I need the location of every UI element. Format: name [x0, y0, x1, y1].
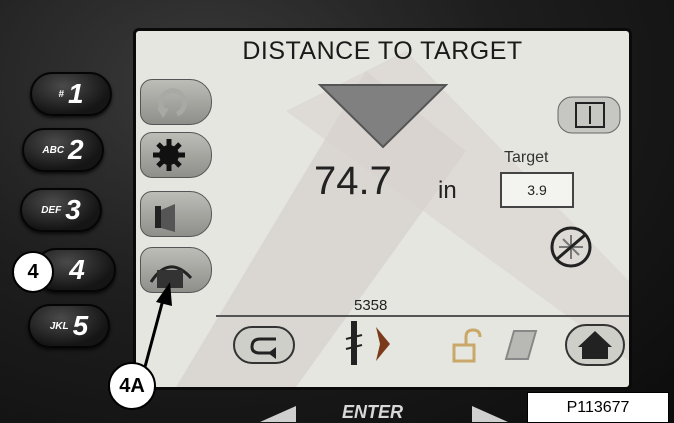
- drill-icon: [345, 321, 363, 365]
- key-3-number: 3: [65, 194, 81, 225]
- screen-title: DISTANCE TO TARGET: [242, 37, 523, 65]
- key-3-letters: DEF: [41, 204, 62, 216]
- note-icon[interactable]: [500, 325, 540, 365]
- target-label: Target: [504, 149, 549, 166]
- status-divider: [216, 315, 629, 317]
- key-5-number: 5: [72, 310, 89, 341]
- gear-icon: [153, 139, 185, 171]
- depth-range-button[interactable]: [556, 95, 622, 135]
- key-4-number: 4: [69, 254, 85, 285]
- keypad-key-2[interactable]: ABC 2: [22, 128, 104, 172]
- callout-4: 4: [12, 251, 54, 293]
- callout-4a: 4A: [108, 362, 156, 410]
- device-photo: # 1 ABC 2 DEF 3 4 JKL 5 DISTANCE TO TARG…: [0, 0, 674, 423]
- keypad-key-5[interactable]: JKL 5: [28, 304, 110, 348]
- undo-button[interactable]: [140, 79, 212, 125]
- target-value-field[interactable]: 3.9: [500, 172, 574, 208]
- next-chevron-icon[interactable]: [372, 325, 394, 363]
- counter-readout: 5358: [354, 297, 388, 314]
- settings-button[interactable]: [140, 132, 212, 178]
- keypad-key-3[interactable]: DEF 3: [20, 188, 102, 232]
- right-arrow-key[interactable]: [470, 404, 510, 423]
- key-2-number: 2: [68, 134, 84, 165]
- figure-id-label: P113677: [527, 392, 669, 423]
- key-1-number: 1: [67, 78, 84, 109]
- key-1-letters: #: [58, 88, 64, 100]
- key-5-letters: JKL: [49, 320, 69, 332]
- direction-indicator-triangle: [318, 84, 448, 149]
- mast-icon: [155, 204, 175, 232]
- mast-button[interactable]: [140, 191, 212, 237]
- keypad-key-1[interactable]: # 1: [30, 72, 112, 116]
- distance-reading: 74.7: [314, 159, 392, 203]
- unlock-icon[interactable]: [448, 327, 484, 365]
- undo-icon: [157, 88, 188, 118]
- distance-unit: in: [438, 177, 457, 204]
- left-arrow-key[interactable]: [258, 404, 298, 423]
- display-screen: DISTANCE TO TARGET 74.7 in Target 3.9 53…: [133, 28, 632, 390]
- home-button[interactable]: [564, 321, 626, 367]
- laser-off-icon[interactable]: [549, 225, 593, 269]
- enter-key-label[interactable]: ENTER: [342, 402, 403, 423]
- back-button[interactable]: [232, 325, 296, 365]
- key-2-letters: ABC: [42, 144, 65, 156]
